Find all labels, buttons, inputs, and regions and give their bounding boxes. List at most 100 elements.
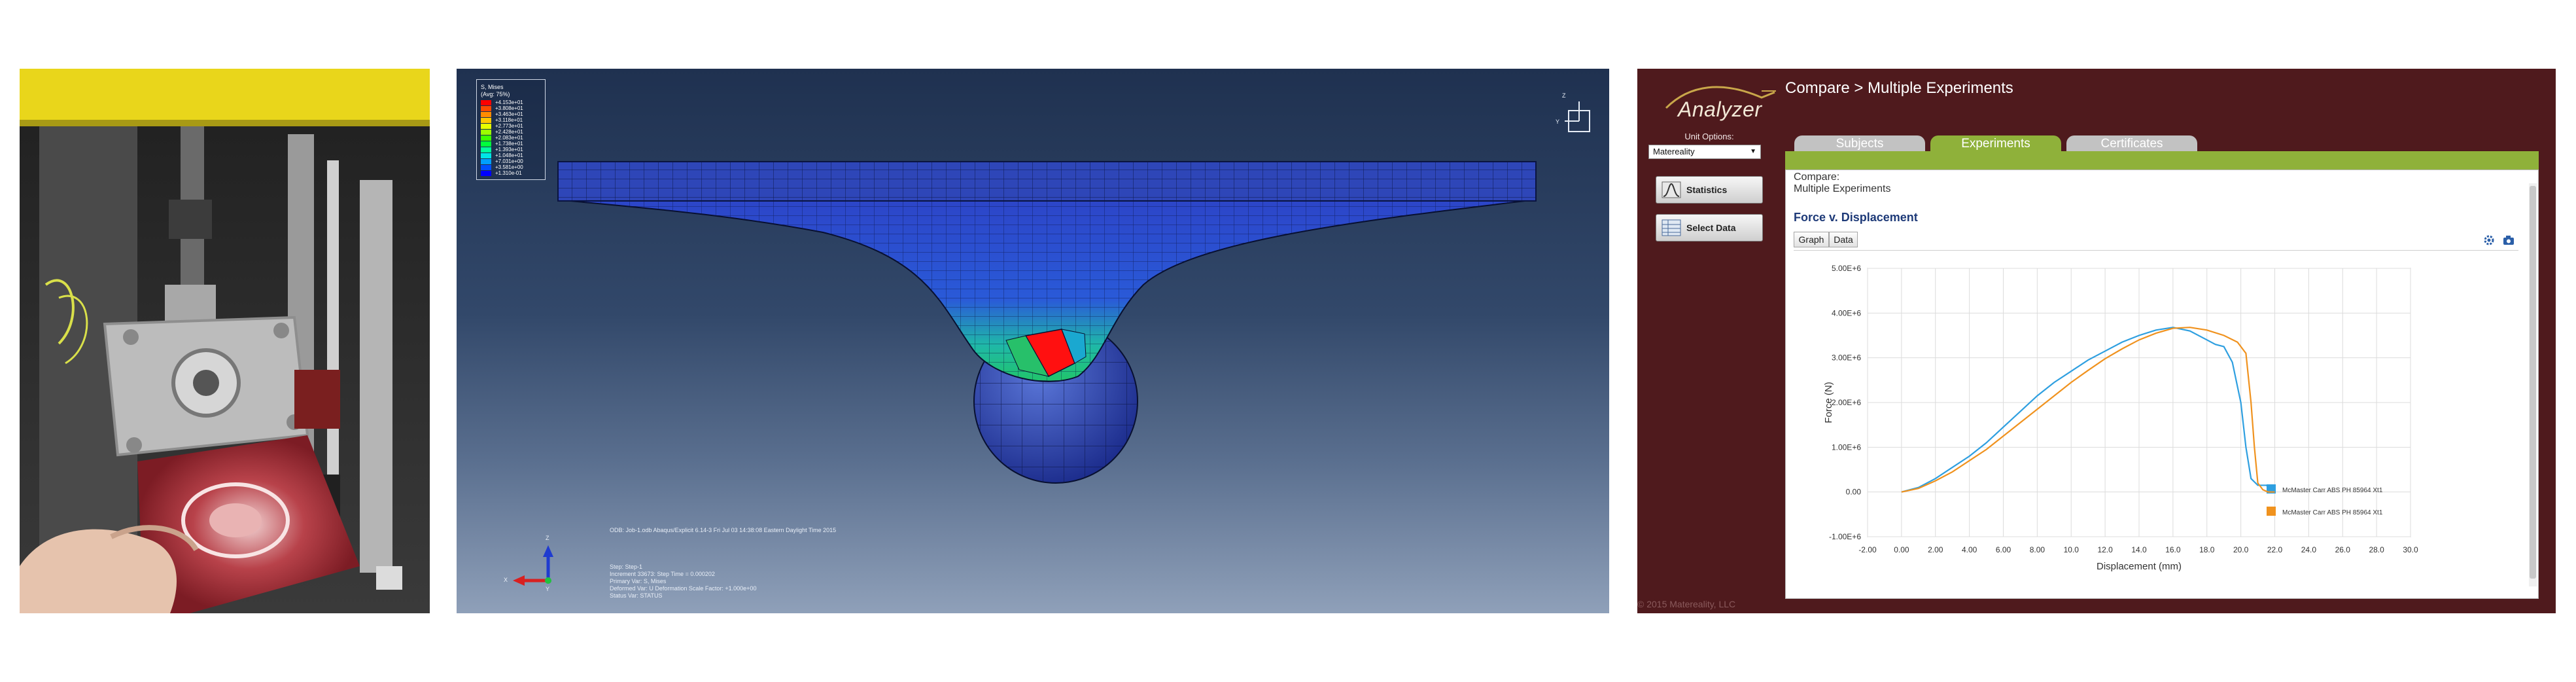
compare-label: Compare: <box>1794 171 1840 183</box>
legend-value: +1.393e+01 <box>495 147 523 153</box>
deformed-var-info: Deformed Var: U Deformation Scale Factor… <box>610 585 757 592</box>
x-tick-label: 16.0 <box>2165 545 2181 554</box>
x-tick-label: 4.00 <box>1962 545 1977 554</box>
legend-swatch <box>481 165 491 170</box>
legend-swatch <box>481 130 491 135</box>
legend-swatch <box>481 135 491 141</box>
y-tick-label: 1.00E+6 <box>1832 442 1861 452</box>
unit-options-label: Unit Options: <box>1684 132 1734 141</box>
data-view-button[interactable]: Data <box>1829 232 1858 247</box>
x-tick-label: 12.0 <box>2097 545 2113 554</box>
x-tick-label: 2.00 <box>1928 545 1943 554</box>
scrollbar-thumb[interactable] <box>2530 186 2536 579</box>
chevron-down-icon: ▼ <box>1750 148 1756 155</box>
step-info: Step: Step-1 <box>610 564 643 570</box>
deformed-plate <box>557 199 1537 382</box>
x-tick-label: 24.0 <box>2301 545 2317 554</box>
copyright-footer: © 2015 Matereality, LLC <box>1637 599 1736 609</box>
status-var-info: Status Var: STATUS <box>610 592 663 599</box>
legend-value: +3.581e+00 <box>495 164 523 170</box>
table-icon <box>1662 219 1681 236</box>
legend-value: +2.773e+01 <box>495 123 523 129</box>
statistics-button[interactable]: Statistics <box>1656 176 1763 204</box>
legend-swatch <box>481 112 491 117</box>
x-tick-label: 6.00 <box>1996 545 2011 554</box>
x-tick-label: 8.00 <box>2030 545 2045 554</box>
camera-icon[interactable] <box>2503 234 2515 246</box>
legend-value: +2.428e+01 <box>495 129 523 135</box>
gear-icon[interactable] <box>2483 234 2495 246</box>
triad-y-label: Y <box>546 586 550 592</box>
legend-swatch <box>481 106 491 111</box>
legend-value: +1.048e+01 <box>495 153 523 158</box>
tab-experiments[interactable]: Experiments <box>1930 135 2061 153</box>
legend-title: S, Mises <box>481 84 504 90</box>
y-tick-label: -1.00E+6 <box>1829 532 1861 541</box>
legend-value: +4.153e+01 <box>495 99 523 105</box>
x-tick-label: 26.0 <box>2335 545 2351 554</box>
legend-swatch <box>481 118 491 123</box>
odb-info: ODB: Job-1.odb Abaqus/Explicit 6.14-3 Fr… <box>610 527 837 533</box>
view-orientation-icon[interactable] <box>1565 101 1590 132</box>
legend-swatch-1 <box>2267 507 2276 516</box>
legend-swatch <box>481 153 491 158</box>
statistics-label: Statistics <box>1686 185 1728 195</box>
main-content: Compare: Multiple Experiments Force v. D… <box>1785 170 2539 599</box>
x-tick-label: 0.00 <box>1894 545 1909 554</box>
y-tick-label: 0.00 <box>1846 488 1862 497</box>
legend-swatch <box>481 100 491 105</box>
primary-var-info: Primary Var: S, Mises <box>610 578 667 584</box>
legend-value: +7.031e+00 <box>495 158 523 164</box>
select-data-button[interactable]: Select Data <box>1656 214 1763 242</box>
tab-bar <box>1785 151 2539 170</box>
view-triad-y-label: Y <box>1556 118 1560 125</box>
toolbar-divider <box>1794 250 2518 251</box>
y-axis-label: Force (N) <box>1823 382 1834 423</box>
x-tick-label: 20.0 <box>2233 545 2249 554</box>
legend-subtitle: (Avg: 75%) <box>481 91 510 98</box>
test-machine-photo-drawing <box>20 69 430 613</box>
select-data-label: Select Data <box>1686 223 1736 233</box>
increment-info: Increment 33673: Step Time = 0.000202 <box>610 571 715 577</box>
analyzer-app: Analyzer Compare > Multiple Experiments … <box>1637 69 2556 613</box>
bell-curve-icon <box>1662 181 1681 198</box>
legend-swatch <box>481 171 491 176</box>
clamp-ring <box>557 161 1537 202</box>
app-logo[interactable]: Analyzer <box>1678 98 1762 122</box>
legend-label-1: McMaster Carr ABS PH 85964 Xt1 <box>2282 509 2383 516</box>
x-tick-label: 10.0 <box>2064 545 2080 554</box>
legend-value: +3.463e+01 <box>495 111 523 117</box>
x-tick-label: 18.0 <box>2199 545 2215 554</box>
legend-swatch <box>481 159 491 164</box>
force-displacement-chart[interactable]: -2.00 0.00 2.00 4.00 6.00 8.00 10.0 12.0 14.0 16.… <box>1805 262 2492 596</box>
tab-certificates[interactable]: Certificates <box>2066 135 2197 151</box>
x-axis-label: Displacement (mm) <box>2097 561 2182 572</box>
legend-value: +3.808e+01 <box>495 105 523 111</box>
y-tick-label: 4.00E+6 <box>1832 308 1861 317</box>
unit-options-select[interactable]: Matereality ▼ <box>1648 145 1761 159</box>
y-tick-label: 2.00E+6 <box>1832 398 1861 407</box>
legend-value: +3.118e+01 <box>495 117 523 123</box>
legend-value: +1.738e+01 <box>495 141 523 147</box>
graph-view-button[interactable]: Graph <box>1794 232 1829 247</box>
compare-value: Multiple Experiments <box>1794 183 1891 194</box>
triad-z-label: Z <box>546 535 549 541</box>
page-title: Compare > Multiple Experiments <box>1785 79 2013 97</box>
stress-legend: S, Mises (Avg: 75%) +4.153e+01 +3.808e+01… <box>476 79 546 180</box>
legend-label-0: McMaster Carr ABS PH 85964 Xt1 <box>2282 487 2383 494</box>
x-tick-label: 22.0 <box>2267 545 2283 554</box>
view-triad-z-label: Z <box>1562 92 1566 99</box>
x-tick-label: -2.00 <box>1858 545 1877 554</box>
y-tick-label: 5.00E+6 <box>1832 264 1861 273</box>
y-tick-label: 3.00E+6 <box>1832 353 1861 363</box>
legend-value: +2.083e+01 <box>495 135 523 141</box>
test-machine-photo <box>20 69 430 613</box>
legend-value: +1.310e-01 <box>495 170 522 176</box>
chart-heading: Force v. Displacement <box>1794 211 1918 224</box>
unit-selected-value: Matereality <box>1653 147 1695 156</box>
fea-viewport[interactable]: S, Mises (Avg: 75%) +4.153e+01 +3.808e+01… <box>457 69 1609 613</box>
legend-swatch <box>481 147 491 153</box>
tab-subjects[interactable]: Subjects <box>1794 135 1925 151</box>
x-tick-label: 14.0 <box>2131 545 2147 554</box>
legend-swatch <box>481 141 491 147</box>
